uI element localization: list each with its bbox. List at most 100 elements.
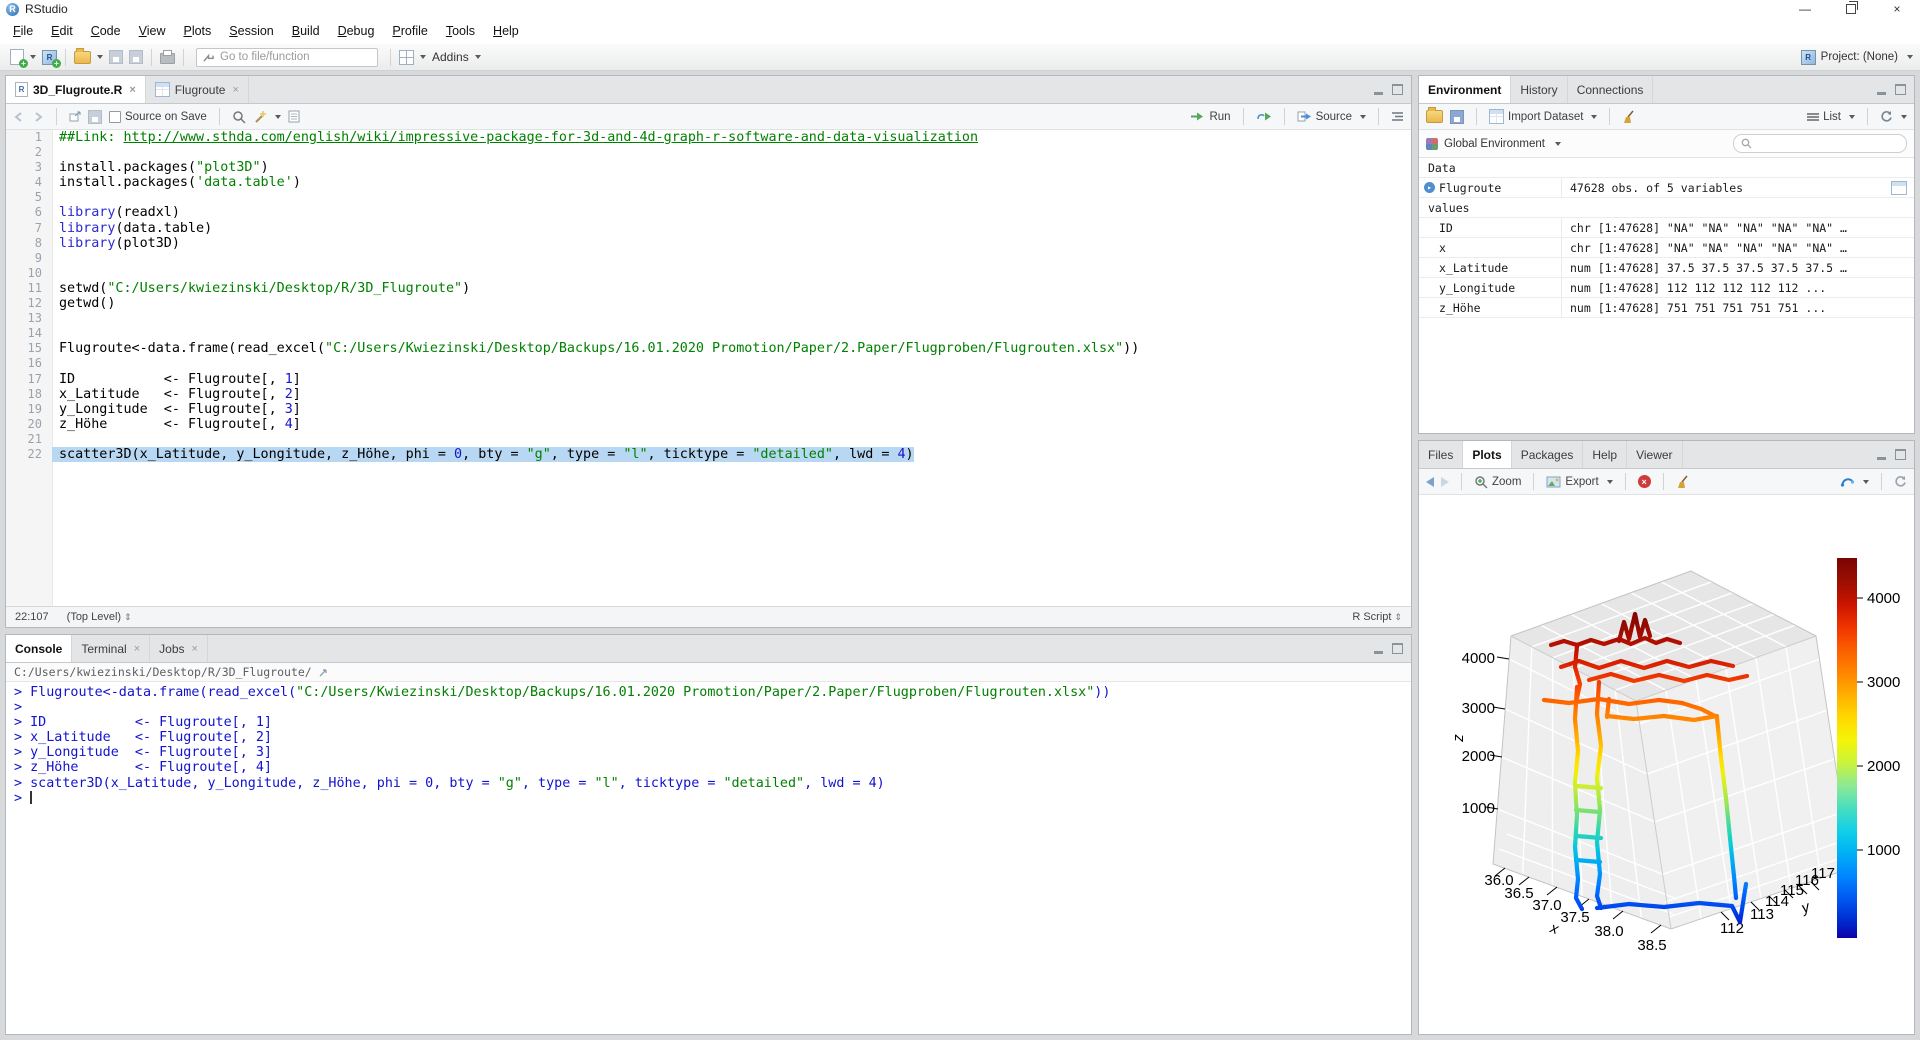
nav-back-button[interactable] [13,112,25,122]
code-line[interactable]: 1##Link: http://www.sthda.com/english/wi… [6,130,1411,145]
project-menu[interactable]: R Project: (None) [1801,50,1913,65]
code-tools-button[interactable] [253,110,281,124]
popout-arrow-icon[interactable] [318,667,329,678]
new-file-button[interactable]: + [7,49,39,65]
maximize-pane-icon[interactable] [1895,449,1906,460]
document-outline-button[interactable] [1391,111,1404,122]
restore-button[interactable] [1828,0,1874,18]
remove-plot-button[interactable]: × [1638,475,1651,488]
previous-plot-button[interactable] [1426,477,1434,487]
tab-help[interactable]: Help [1583,441,1627,468]
new-project-button[interactable]: R+ [39,50,60,65]
tab-files[interactable]: Files [1419,441,1463,468]
minimize-button[interactable]: — [1782,0,1828,18]
minimize-pane-icon[interactable] [1374,84,1383,95]
code-line[interactable]: > z_Höhe <- Flugroute[, 4] [6,760,1411,775]
load-workspace-button[interactable] [1426,110,1443,123]
minimize-pane-icon[interactable] [1877,449,1886,460]
close-icon[interactable]: × [134,643,140,655]
find-button[interactable] [232,110,246,124]
environment-search-input[interactable] [1733,134,1907,153]
code-line[interactable]: 11setwd("C:/Users/kwiezinski/Desktop/R/3… [6,281,1411,296]
code-line[interactable]: 13 [6,311,1411,326]
menu-plots[interactable]: Plots [174,24,220,38]
menu-session[interactable]: Session [220,24,282,38]
tab-data-viewer[interactable]: Flugroute × [146,76,249,103]
console-output[interactable]: > Flugroute<-data.frame(read_excel("C:/U… [6,682,1411,1034]
code-line[interactable]: 3install.packages("plot3D") [6,160,1411,175]
export-plot-button[interactable]: Export [1546,476,1612,488]
code-line[interactable]: 15Flugroute<-data.frame(read_excel("C:/U… [6,341,1411,356]
clear-workspace-button[interactable] [1622,110,1636,124]
code-line[interactable]: 8library(plot3D) [6,236,1411,251]
tab-packages[interactable]: Packages [1512,441,1584,468]
code-line[interactable]: 5 [6,190,1411,205]
popout-button[interactable] [69,111,81,122]
open-file-button[interactable] [71,51,106,64]
menu-profile[interactable]: Profile [383,24,436,38]
tab-connections[interactable]: Connections [1568,76,1654,103]
publish-button[interactable] [1840,475,1869,488]
scope-selector[interactable]: (Top Level)⇕ [67,611,132,623]
code-line[interactable]: 21 [6,432,1411,447]
code-line[interactable]: > y_Longitude <- Flugroute[, 3] [6,745,1411,760]
file-type-selector[interactable]: R Script⇕ [1352,611,1402,623]
rerun-button[interactable] [1256,111,1272,122]
source-button[interactable]: Source [1297,111,1366,123]
maximize-pane-icon[interactable] [1392,643,1403,654]
code-line[interactable]: 2 [6,145,1411,160]
code-line[interactable]: 14 [6,326,1411,341]
code-editor[interactable]: 1##Link: http://www.sthda.com/english/wi… [6,130,1411,606]
refresh-plot-button[interactable] [1894,475,1907,488]
panes-layout-button[interactable] [396,50,429,65]
environment-row-x-latitude[interactable]: x_Latitudenum [1:47628] 37.5 37.5 37.5 3… [1419,258,1914,278]
code-line[interactable]: 17ID <- Flugroute[, 1] [6,372,1411,387]
tab-environment[interactable]: Environment [1419,76,1511,103]
code-line[interactable]: 10 [6,266,1411,281]
menu-view[interactable]: View [130,24,175,38]
code-line[interactable]: 19y_Longitude <- Flugroute[, 3] [6,402,1411,417]
close-icon[interactable]: × [129,84,135,96]
close-icon[interactable]: × [232,84,238,96]
view-table-icon[interactable] [1891,181,1907,195]
environment-row-flugroute[interactable]: ▸ Flugroute 47628 obs. of 5 variables [1419,178,1914,198]
code-line[interactable]: > Flugroute<-data.frame(read_excel("C:/U… [6,685,1411,700]
code-line[interactable]: 9 [6,251,1411,266]
environment-row-z-hoehe[interactable]: z_Höhenum [1:47628] 751 751 751 751 751 … [1419,298,1914,318]
code-line[interactable]: 4install.packages('data.table') [6,175,1411,190]
menu-edit[interactable]: Edit [42,24,82,38]
menu-file[interactable]: File [4,24,42,38]
environment-row-y-longitude[interactable]: y_Longitudenum [1:47628] 112 112 112 112… [1419,278,1914,298]
menu-build[interactable]: Build [283,24,329,38]
tab-history[interactable]: History [1511,76,1567,103]
code-line[interactable]: > x_Latitude <- Flugroute[, 2] [6,730,1411,745]
save-all-button[interactable] [126,50,146,64]
menu-help[interactable]: Help [484,24,528,38]
close-icon[interactable]: × [192,643,198,655]
code-line[interactable]: 7library(data.table) [6,221,1411,236]
minimize-pane-icon[interactable] [1877,84,1886,95]
tab-jobs[interactable]: Jobs× [150,635,208,662]
import-dataset-button[interactable]: Import Dataset [1489,109,1597,124]
code-line[interactable]: > scatter3D(x_Latitude, y_Longitude, z_H… [6,776,1411,791]
list-view-button[interactable]: List [1807,111,1855,123]
nav-forward-button[interactable] [32,112,44,122]
code-line[interactable]: 18x_Latitude <- Flugroute[, 2] [6,387,1411,402]
code-line[interactable]: 16 [6,356,1411,371]
environment-scope-selector[interactable]: Global Environment [1444,138,1545,150]
goto-file-input[interactable]: Go to file/function [196,48,378,67]
environment-row-x[interactable]: xchr [1:47628] "NA" "NA" "NA" "NA" "NA" … [1419,238,1914,258]
tab-source-file[interactable]: R 3D_Flugroute.R × [6,76,146,103]
source-on-save-checkbox[interactable]: Source on Save [109,111,207,123]
code-line[interactable]: 22scatter3D(x_Latitude, y_Longitude, z_H… [6,447,1411,462]
menu-debug[interactable]: Debug [329,24,384,38]
refresh-button[interactable] [1880,110,1907,123]
tab-viewer[interactable]: Viewer [1627,441,1682,468]
close-button[interactable]: × [1874,0,1920,18]
code-line[interactable]: > [6,791,1411,806]
clear-plots-button[interactable] [1676,475,1690,489]
maximize-pane-icon[interactable] [1392,84,1403,95]
menu-tools[interactable]: Tools [437,24,484,38]
tab-plots[interactable]: Plots [1463,441,1511,468]
minimize-pane-icon[interactable] [1374,643,1383,654]
